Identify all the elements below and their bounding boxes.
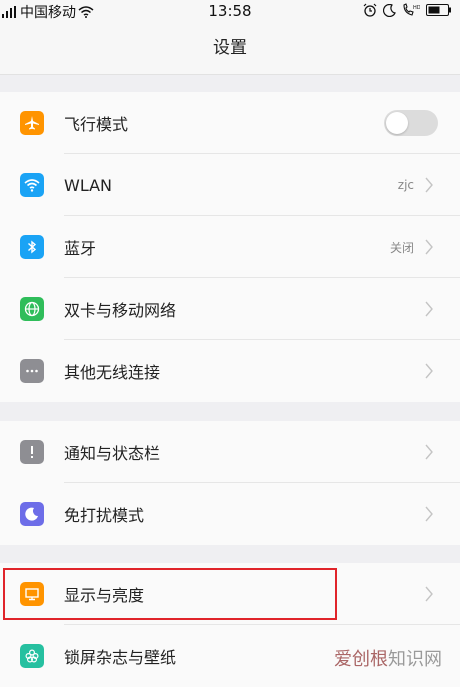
- chevron-right-icon: [425, 444, 433, 460]
- watermark: 爱创根知识网: [334, 645, 442, 671]
- setting-row-display-brightness[interactable]: 显示与亮度: [0, 563, 460, 625]
- bluetooth-status: 关闭: [389, 240, 414, 255]
- page-title: 设置: [0, 22, 460, 75]
- setting-label: 飞行模式: [64, 115, 129, 134]
- alarm-icon: [363, 3, 377, 17]
- toggle-knob: [386, 112, 408, 134]
- setting-row-wlan[interactable]: WLAN zjc: [0, 154, 460, 216]
- setting-row-notifications[interactable]: 通知与状态栏: [0, 421, 460, 483]
- setting-row-do-not-disturb[interactable]: 免打扰模式: [0, 483, 460, 545]
- airplane-mode-toggle[interactable]: [384, 110, 438, 136]
- status-right: HD: [363, 3, 452, 17]
- hd-call-icon: HD: [403, 3, 420, 16]
- chevron-right-icon: [425, 506, 433, 522]
- chevron-right-icon: [425, 239, 433, 255]
- wifi-icon: [20, 173, 44, 197]
- setting-label: WLAN: [64, 175, 113, 195]
- moon-status-icon: [383, 3, 396, 17]
- battery-icon: [426, 4, 451, 16]
- watermark-suffix: 知识网: [388, 649, 442, 670]
- setting-label: 通知与状态栏: [64, 444, 161, 463]
- chevron-right-icon: [425, 363, 433, 379]
- settings-group-notifications: 通知与状态栏 免打扰模式: [0, 421, 460, 545]
- airplane-icon: [20, 111, 44, 135]
- chevron-right-icon: [425, 586, 433, 602]
- more-icon: [20, 359, 44, 383]
- globe-icon: [20, 297, 44, 321]
- status-bar: 中国移动 13:58 HD: [0, 0, 460, 22]
- flower-icon: [20, 644, 44, 668]
- moon-icon: [20, 502, 44, 526]
- chevron-right-icon: [425, 177, 433, 193]
- svg-text:HD: HD: [413, 5, 420, 11]
- chevron-right-icon: [425, 301, 433, 317]
- setting-label: 蓝牙: [64, 239, 97, 258]
- setting-label: 双卡与移动网络: [64, 301, 177, 320]
- exclamation-icon: [20, 440, 44, 464]
- watermark-brand: 爱创根: [334, 649, 388, 670]
- setting-row-airplane-mode[interactable]: 飞行模式: [0, 92, 460, 154]
- setting-label: 免打扰模式: [64, 506, 145, 525]
- setting-label: 显示与亮度: [64, 586, 145, 605]
- monitor-icon: [20, 582, 44, 606]
- setting-row-other-wireless[interactable]: 其他无线连接: [0, 340, 460, 402]
- setting-row-bluetooth[interactable]: 蓝牙 关闭: [0, 216, 460, 278]
- bluetooth-icon: [20, 235, 44, 259]
- settings-group-connectivity: 飞行模式 WLAN zjc 蓝牙 关闭 双卡与移动网络 其他无线连接: [0, 92, 460, 402]
- setting-row-dual-sim[interactable]: 双卡与移动网络: [0, 278, 460, 340]
- setting-label: 其他无线连接: [64, 363, 161, 382]
- wlan-network-name: zjc: [397, 178, 414, 192]
